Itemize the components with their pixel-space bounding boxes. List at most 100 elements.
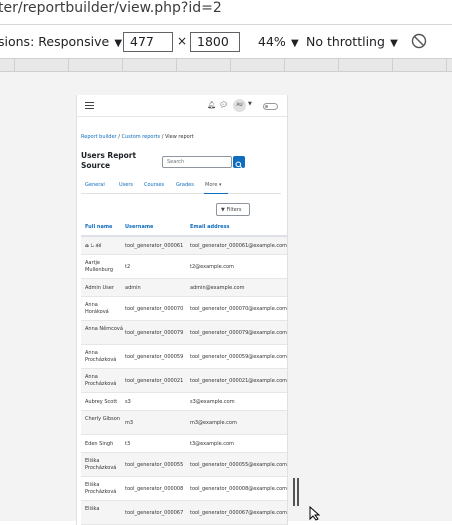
throttling-select[interactable]: No throttling ▼ xyxy=(306,34,398,49)
cell-fullname: Cherly Gibson xyxy=(85,416,120,422)
cell-username: tool_generator_000061 xyxy=(125,242,184,249)
tab-users[interactable]: Users xyxy=(119,182,133,188)
cell-username: tool_generator_000070 xyxy=(125,305,184,312)
filter-icon: ▼ xyxy=(221,207,225,213)
cell-email: t3@example.com xyxy=(190,440,234,447)
table-row: Aartje Mullenburg t2 t2@example.com xyxy=(81,255,287,279)
cell-username: t3 xyxy=(125,440,131,447)
table-row: Admin User admin admin@example.com xyxy=(81,279,287,297)
cell-email: t2@example.com xyxy=(190,263,234,270)
cell-username: tool_generator_000008 xyxy=(125,485,184,492)
mouse-cursor-icon xyxy=(309,506,321,521)
avatar[interactable]: AU xyxy=(233,99,246,112)
cell-fullname: Aartje Mullenburg xyxy=(85,260,113,273)
top-navbar: 🔔︎ 💬︎ AU ▼ xyxy=(77,95,287,117)
times-sign: × xyxy=(177,34,188,48)
page-title: Users Report Source xyxy=(81,151,137,170)
width-input[interactable]: 477 xyxy=(123,32,173,52)
cell-fullname: Eliška Procházková xyxy=(85,482,117,495)
table-row: Anna Horáková tool_generator_000070 tool_g… xyxy=(81,297,288,321)
cell-username: t2 xyxy=(125,263,131,270)
table-row: ఉ ಓ శశ tool_generator_000061 tool_generato… xyxy=(81,237,288,255)
cell-fullname: Aubrey Scott xyxy=(85,398,118,405)
breadcrumb: Report builder / Custom reports / View r… xyxy=(81,134,194,140)
tab-more[interactable]: More ▾ xyxy=(205,182,222,188)
table-row: Aubrey Scott s3 s3@example.com xyxy=(81,393,287,411)
cell-username: tool_generator_000059 xyxy=(125,353,184,360)
cell-username: tool_generator_000055 xyxy=(125,461,184,468)
table-body: ఉ ಓ శశ tool_generator_000061 tool_generato… xyxy=(81,237,288,525)
active-tab-indicator xyxy=(204,193,228,194)
table-row: Anna Procházková tool_generator_000059 too… xyxy=(81,345,288,369)
cell-fullname: Eden Singh xyxy=(85,440,114,447)
tab-grades[interactable]: Grades xyxy=(176,182,194,188)
column-header-email[interactable]: Email address xyxy=(190,224,230,230)
bell-icon[interactable]: 🔔︎ xyxy=(207,101,216,109)
cell-fullname: Admin User xyxy=(85,284,114,291)
cell-fullname: Eliška xyxy=(85,506,100,512)
cell-email: tool_generator_000021@example.com xyxy=(190,377,288,384)
url-text[interactable]: ter/reportbuilder/view.php?id=2 xyxy=(0,0,222,16)
media-query-ruler xyxy=(0,58,452,72)
cell-username: admin xyxy=(125,284,141,291)
breadcrumb-separator: / xyxy=(118,134,120,140)
table-row: Eliška tool_generator_000067 tool_generato… xyxy=(81,501,288,525)
cell-username: tool_generator_000021 xyxy=(125,377,184,384)
report-table: Full name Username Email address ఉ ಓ శశ t… xyxy=(81,219,288,525)
table-header: Full name Username Email address xyxy=(81,219,287,237)
height-input[interactable]: 1800 xyxy=(190,32,240,52)
search-input[interactable]: Search xyxy=(162,156,232,168)
device-toolbar: sions: Responsive ▼ 477 × 1800 44% ▼ No … xyxy=(0,25,452,58)
emulated-viewport: 🔔︎ 💬︎ AU ▼ Report builder / Custom repor… xyxy=(76,95,288,525)
cell-email: tool_generator_000008@example.com xyxy=(190,485,288,492)
cell-email: tool_generator_000067@example.com xyxy=(190,509,288,516)
device-dimensions-select[interactable]: sions: Responsive ▼ xyxy=(0,34,122,49)
menu-icon[interactable] xyxy=(85,102,94,109)
column-header-fullname[interactable]: Full name xyxy=(85,224,112,230)
rotate-icon[interactable] xyxy=(410,32,428,50)
cell-fullname: Anna Procházková xyxy=(85,374,117,387)
cell-email: tool_generator_000070@example.com xyxy=(190,305,288,312)
cell-username: tool_generator_000067 xyxy=(125,509,184,516)
table-row: Eliška Procházková tool_generator_000008 t… xyxy=(81,477,288,501)
table-row: Anna Němcová tool_generator_000079 tool_ge… xyxy=(81,321,288,345)
cell-fullname: Anna Procházková xyxy=(85,350,117,363)
address-bar[interactable]: ter/reportbuilder/view.php?id=2 xyxy=(0,0,452,22)
cell-username: m3 xyxy=(125,419,134,426)
chevron-down-icon[interactable]: ▼ xyxy=(248,101,252,107)
table-row: Anna Procházková tool_generator_000021 too… xyxy=(81,369,288,393)
table-row: Eden Singh t3 t3@example.com xyxy=(81,435,287,453)
zoom-select[interactable]: 44% ▼ xyxy=(258,34,299,49)
table-row: Cherly Gibson m3 m3@example.com xyxy=(81,411,287,435)
tab-courses[interactable]: Courses xyxy=(144,182,164,188)
table-row: Eliška Procházková tool_generator_000055 t… xyxy=(81,453,288,477)
cell-fullname: ఉ ಓ శశ xyxy=(85,242,102,249)
search-button[interactable] xyxy=(233,156,245,169)
breadcrumb-current: View report xyxy=(164,134,194,140)
cell-email: tool_generator_000055@example.com xyxy=(190,461,288,468)
caret-down-icon: ▼ xyxy=(386,38,398,49)
report-tabs: General Users Courses Grades More ▾ xyxy=(81,181,281,194)
cell-email: tool_generator_000059@example.com xyxy=(190,353,288,360)
scrollbar[interactable] xyxy=(293,478,299,506)
chevron-down-icon: ▾ xyxy=(219,182,222,188)
chat-icon[interactable]: 💬︎ xyxy=(219,101,228,109)
cell-username: tool_generator_000079 xyxy=(125,329,184,336)
breadcrumb-link-report-builder[interactable]: Report builder xyxy=(81,134,117,140)
caret-down-icon: ▼ xyxy=(287,38,299,49)
cell-email: s3@example.com xyxy=(190,398,235,405)
cell-email: admin@example.com xyxy=(190,284,245,291)
tab-general[interactable]: General xyxy=(85,182,105,188)
cell-email: tool_generator_000061@example.com xyxy=(190,242,288,249)
search-icon xyxy=(235,161,243,169)
cell-email: m3@example.com xyxy=(190,419,237,426)
caret-down-icon: ▼ xyxy=(111,38,123,49)
cell-fullname: Anna Němcová xyxy=(85,326,123,332)
cell-fullname: Anna Horáková xyxy=(85,302,109,315)
breadcrumb-separator: / xyxy=(161,134,164,140)
breadcrumb-link-custom-reports[interactable]: Custom reports xyxy=(121,134,160,140)
column-header-username[interactable]: Username xyxy=(125,224,153,230)
filters-button[interactable]: ▼ Filters xyxy=(216,203,250,216)
edit-mode-toggle[interactable] xyxy=(263,103,278,110)
cell-email: tool_generator_000079@example.com xyxy=(190,329,288,336)
